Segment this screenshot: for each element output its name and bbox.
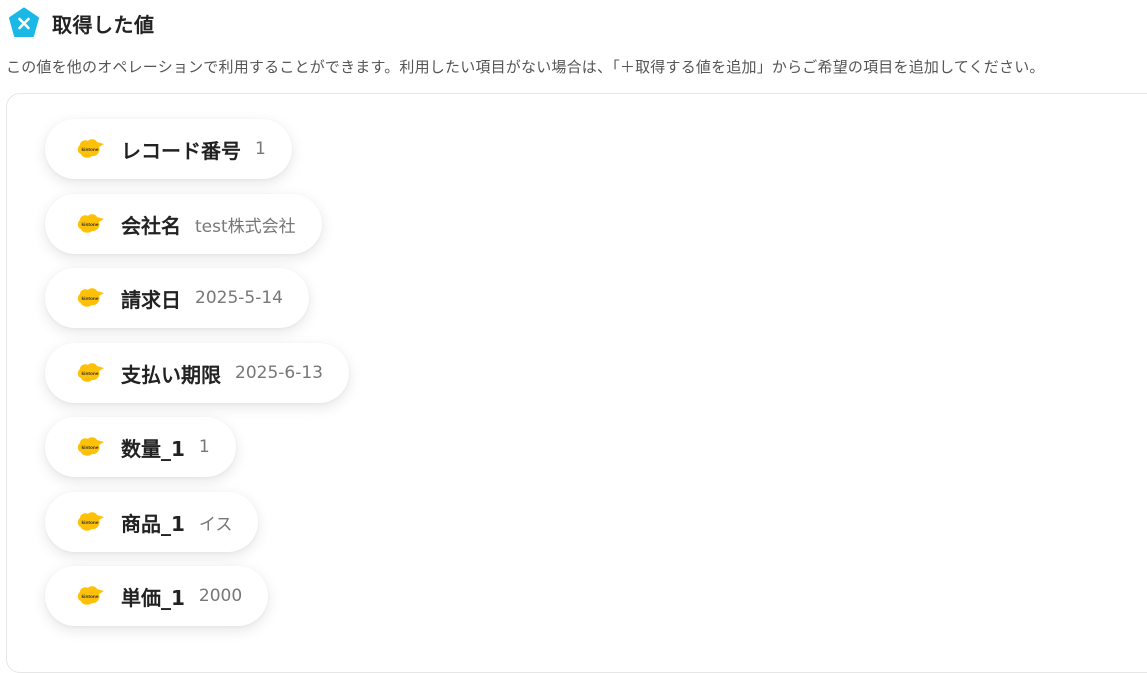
kintone-icon: kintone [76,362,106,384]
kintone-icon: kintone [76,511,106,533]
field-value: 1 [198,437,210,457]
header: 取得した値 [8,7,155,39]
field-label: 単価_1 [121,585,185,610]
field-value: イス [198,514,233,535]
description-text: この値を他のオペレーションで利用することができます。利用したい項目がない場合は、… [6,58,1045,76]
field-chip-quantity-1[interactable]: kintone 数量_1 1 [45,417,236,477]
x-pentagon-icon [8,7,40,39]
field-chip-record-number[interactable]: kintone レコード番号 1 [45,119,292,179]
svg-text:kintone: kintone [81,594,98,600]
field-label: 商品_1 [121,511,185,536]
field-label: 支払い期限 [121,362,221,387]
kintone-icon: kintone [76,436,106,458]
field-chip-invoice-date[interactable]: kintone 請求日 2025-5-14 [45,268,309,328]
field-value: 2025-5-14 [195,288,283,308]
field-chip-unit-price-1[interactable]: kintone 単価_1 2000 [45,566,269,626]
field-label: 請求日 [121,287,181,312]
kintone-icon: kintone [76,213,106,235]
field-label: レコード番号 [121,138,241,163]
svg-text:kintone: kintone [81,371,98,377]
svg-text:kintone: kintone [81,445,98,451]
kintone-icon: kintone [76,138,106,160]
field-chip-payment-due[interactable]: kintone 支払い期限 2025-6-13 [45,343,349,403]
field-chip-product-1[interactable]: kintone 商品_1 イス [45,492,259,552]
field-label: 数量_1 [121,436,185,461]
field-chip-company-name[interactable]: kintone 会社名 test株式会社 [45,194,322,254]
svg-text:kintone: kintone [81,520,98,526]
page-title: 取得した値 [52,12,155,37]
field-value: 2025-6-13 [235,363,323,383]
svg-text:kintone: kintone [81,147,98,153]
kintone-icon: kintone [76,585,106,607]
svg-text:kintone: kintone [81,222,98,228]
kintone-icon: kintone [76,287,106,309]
field-value: 1 [255,139,266,159]
field-value: test株式会社 [195,216,296,237]
svg-text:kintone: kintone [81,296,98,302]
field-value: 2000 [198,586,243,606]
field-label: 会社名 [121,213,181,238]
